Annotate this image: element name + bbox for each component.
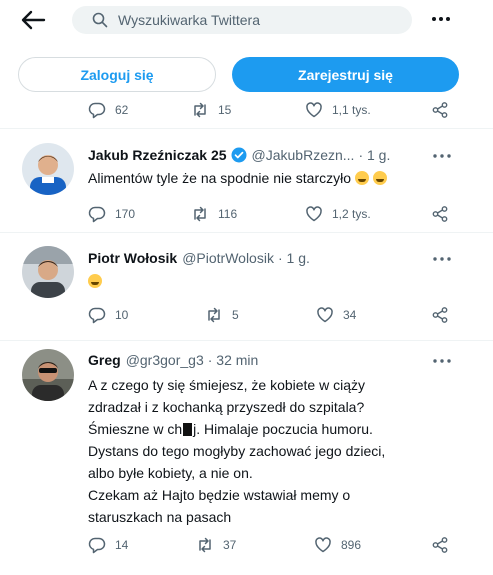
auth-buttons: Zaloguj się Zarejestruj się (0, 57, 493, 93)
tweet-header: Greg @gr3gor_g3 · 32 min (88, 350, 258, 370)
like-count: 896 (341, 538, 362, 552)
top-bar (0, 0, 493, 44)
reply-button[interactable]: 14 (88, 534, 128, 556)
reply-icon (88, 307, 106, 324)
retweet-icon (194, 206, 206, 222)
retweet-button[interactable]: 5 (205, 304, 239, 326)
retweet-button[interactable]: 116 (191, 203, 237, 225)
like-count: 1,2 tys. (332, 207, 371, 221)
reply-count: 62 (115, 103, 129, 117)
tweet-text-line: albo byłe kobiety, a nie on. (88, 465, 253, 481)
share-button[interactable] (431, 304, 458, 326)
more-options-icon[interactable] (432, 255, 452, 263)
retweet-icon (194, 102, 206, 118)
more-options-icon[interactable] (431, 9, 451, 29)
heart-icon (306, 102, 322, 118)
avatar[interactable] (22, 246, 74, 298)
share-icon (432, 206, 448, 222)
search-input[interactable] (118, 6, 398, 34)
search-box[interactable] (72, 6, 412, 34)
tweet-time[interactable]: · 1 g. (358, 147, 390, 163)
tweet-text-fragment: Śmieszne w ch (88, 421, 183, 437)
tweet-text-line: zdradzał i z kochanką przyszedł do szpit… (88, 399, 365, 415)
like-count: 34 (343, 308, 357, 322)
like-button[interactable]: 1,2 tys. (305, 203, 371, 225)
tweet[interactable]: Greg @gr3gor_g3 · 32 min A z czego ty si… (0, 340, 493, 570)
register-button[interactable]: Zarejestruj się (232, 57, 459, 92)
tweet-actions: 14 37 896 (0, 534, 493, 556)
back-arrow-icon[interactable] (20, 9, 46, 31)
retweet-count: 37 (223, 538, 237, 552)
user-handle[interactable]: @gr3gor_g3 (126, 352, 204, 368)
tweet-text-line: Dystans do tego mogłyby zachować jego dz… (88, 443, 386, 459)
tweet-text-fragment: j. Himalaje poczucia humoru. (193, 421, 373, 437)
share-button[interactable] (431, 203, 458, 225)
user-handle[interactable]: @PiotrWolosik (182, 250, 274, 266)
tweet-text-line: Śmieszne w ch j. Himalaje poczucia humoru… (88, 418, 468, 440)
reply-button[interactable]: 10 (88, 304, 128, 326)
retweet-count: 15 (218, 103, 232, 117)
share-icon (432, 537, 448, 553)
share-icon (432, 307, 448, 323)
rofl-emoji (88, 274, 102, 288)
tweet-header: Piotr Wołosik @PiotrWolosik · 1 g. (88, 248, 310, 268)
prev-tweet-actions: 62 15 1,1 tys. (0, 99, 493, 121)
tweet[interactable]: Jakub Rzeźniczak 25 @JakubRzezn... · 1 g… (0, 128, 493, 232)
retweet-count: 116 (218, 207, 238, 221)
reply-icon (88, 102, 106, 119)
heart-icon (317, 307, 333, 323)
retweet-button[interactable]: 37 (196, 534, 236, 556)
share-button[interactable] (431, 99, 458, 121)
more-options-icon[interactable] (432, 357, 452, 365)
grinning-sweat-emoji (354, 171, 369, 185)
display-name[interactable]: Greg (88, 352, 121, 368)
twitter-thread-page: Zaloguj się Zarejestruj się 62 15 1,1 ty… (0, 0, 493, 575)
verified-badge-icon (231, 147, 247, 163)
share-button[interactable] (431, 534, 458, 556)
login-button[interactable]: Zaloguj się (18, 57, 216, 92)
heart-icon (306, 206, 322, 222)
reply-count: 170 (115, 207, 136, 221)
reply-icon (88, 206, 106, 223)
reply-button[interactable]: 170 (88, 203, 135, 225)
tweet[interactable]: Piotr Wołosik @PiotrWolosik · 1 g. 10 5 … (0, 232, 493, 340)
like-count: 1,1 tys. (332, 103, 371, 117)
retweet-icon (199, 537, 211, 553)
avatar[interactable] (22, 349, 74, 401)
tweet-time[interactable]: · 1 g. (278, 250, 310, 266)
tweet-text (88, 271, 468, 291)
avatar[interactable] (22, 143, 74, 195)
reply-icon (88, 537, 106, 554)
like-button[interactable]: 1,1 tys. (305, 99, 371, 121)
retweet-button[interactable]: 15 (191, 99, 231, 121)
tweet-text: A z czego ty się śmiejesz, że kobiete w … (88, 374, 468, 528)
display-name[interactable]: Piotr Wołosik (88, 250, 177, 266)
reply-count: 14 (115, 538, 129, 552)
more-options-icon[interactable] (432, 152, 452, 160)
like-button[interactable]: 34 (316, 304, 356, 326)
user-handle[interactable]: @JakubRzezn... (252, 147, 355, 163)
display-name[interactable]: Jakub Rzeźniczak 25 (88, 147, 227, 163)
reply-button[interactable]: 62 (88, 99, 128, 121)
tweet-text: Alimentów tyle że na spodnie nie starczy… (88, 168, 468, 188)
tweet-text-line: A z czego ty się śmiejesz, że kobiete w … (88, 377, 365, 393)
share-icon (432, 102, 448, 118)
retweet-count: 5 (232, 308, 239, 322)
search-icon (92, 12, 108, 28)
tweet-header: Jakub Rzeźniczak 25 @JakubRzezn... · 1 g… (88, 145, 390, 165)
tweet-text-line: staruszkach na pasach (88, 509, 232, 525)
censor-block (183, 423, 193, 436)
tweet-actions: 170 116 1,2 tys. (0, 203, 493, 225)
like-button[interactable]: 896 (314, 534, 361, 556)
tweet-text-line: Czekam aż Hajto będzie wstawiał memy o (88, 487, 351, 503)
tweet-time[interactable]: · 32 min (208, 352, 259, 368)
rofl-emoji (372, 171, 387, 185)
reply-count: 10 (115, 308, 129, 322)
tweet-text-line: Alimentów tyle że na spodnie nie starczy… (88, 170, 352, 186)
tweet-actions: 10 5 34 (0, 304, 493, 326)
heart-icon (315, 537, 331, 553)
retweet-icon (208, 307, 220, 323)
